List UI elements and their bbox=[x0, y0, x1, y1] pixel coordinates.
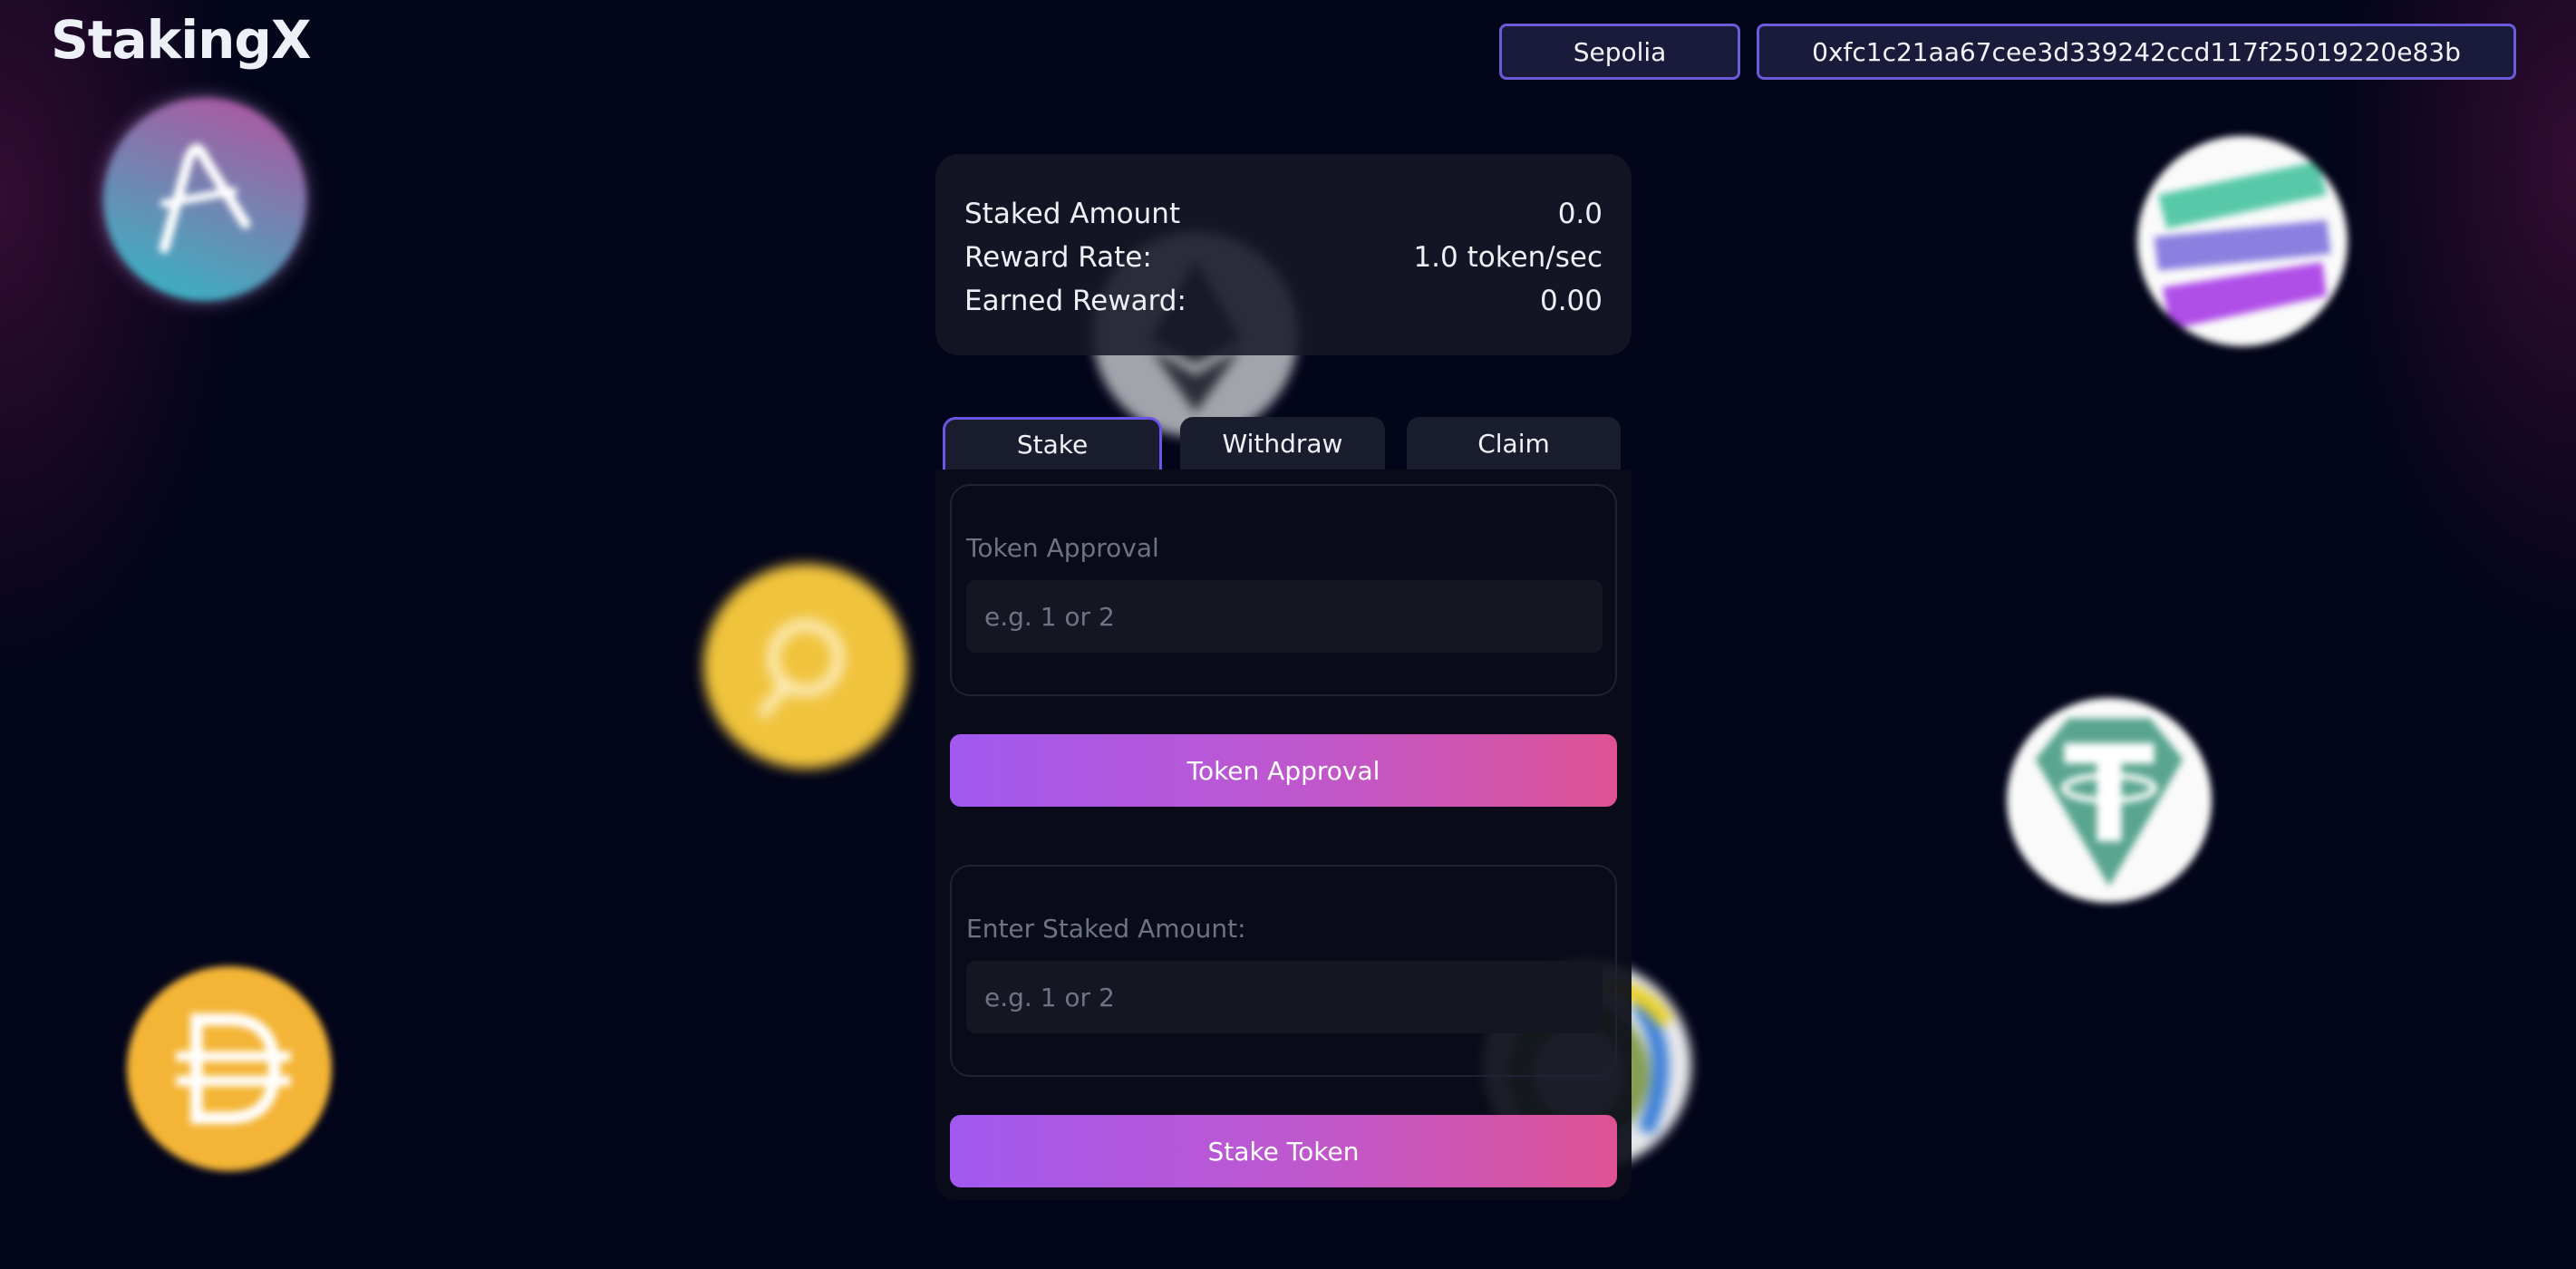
token-approval-label: Token Approval bbox=[966, 533, 1159, 563]
aave-coin-icon bbox=[103, 98, 306, 301]
info-row-staked-amount: Staked Amount 0.0 bbox=[964, 192, 1603, 236]
tab-withdraw[interactable]: Withdraw bbox=[1180, 417, 1385, 470]
token-approval-button[interactable]: Token Approval bbox=[950, 734, 1617, 807]
info-label: Reward Rate: bbox=[964, 241, 1152, 274]
info-row-earned-reward: Earned Reward: 0.00 bbox=[964, 279, 1603, 323]
info-label: Staked Amount bbox=[964, 198, 1181, 230]
stake-panel: Token Approval Token Approval Enter Stak… bbox=[935, 470, 1632, 1200]
tab-claim[interactable]: Claim bbox=[1407, 417, 1621, 470]
app-logo: StakingX bbox=[51, 9, 312, 71]
staked-amount-input[interactable] bbox=[966, 961, 1603, 1033]
staking-info-card: Staked Amount 0.0 Reward Rate: 1.0 token… bbox=[935, 154, 1632, 355]
info-value: 0.00 bbox=[1539, 285, 1603, 317]
info-value: 0.0 bbox=[1557, 198, 1603, 230]
tether-coin-icon bbox=[2007, 698, 2212, 903]
solana-coin-icon bbox=[2137, 136, 2348, 346]
wallet-address-button[interactable]: 0xfc1c21aa67cee3d339242ccd117f25019220e8… bbox=[1757, 24, 2516, 80]
token-approval-input[interactable] bbox=[966, 580, 1603, 653]
info-label: Earned Reward: bbox=[964, 285, 1186, 317]
staked-amount-label: Enter Staked Amount: bbox=[966, 914, 1246, 944]
info-value: 1.0 token/sec bbox=[1413, 241, 1603, 274]
stake-token-button[interactable]: Stake Token bbox=[950, 1115, 1617, 1187]
staked-amount-field: Enter Staked Amount: bbox=[950, 865, 1617, 1077]
dai-coin-icon bbox=[127, 966, 332, 1171]
tab-stake[interactable]: Stake bbox=[943, 417, 1162, 470]
the-graph-coin-icon bbox=[703, 564, 908, 769]
token-approval-field: Token Approval bbox=[950, 484, 1617, 696]
info-row-reward-rate: Reward Rate: 1.0 token/sec bbox=[964, 236, 1603, 279]
network-button[interactable]: Sepolia bbox=[1499, 24, 1740, 80]
